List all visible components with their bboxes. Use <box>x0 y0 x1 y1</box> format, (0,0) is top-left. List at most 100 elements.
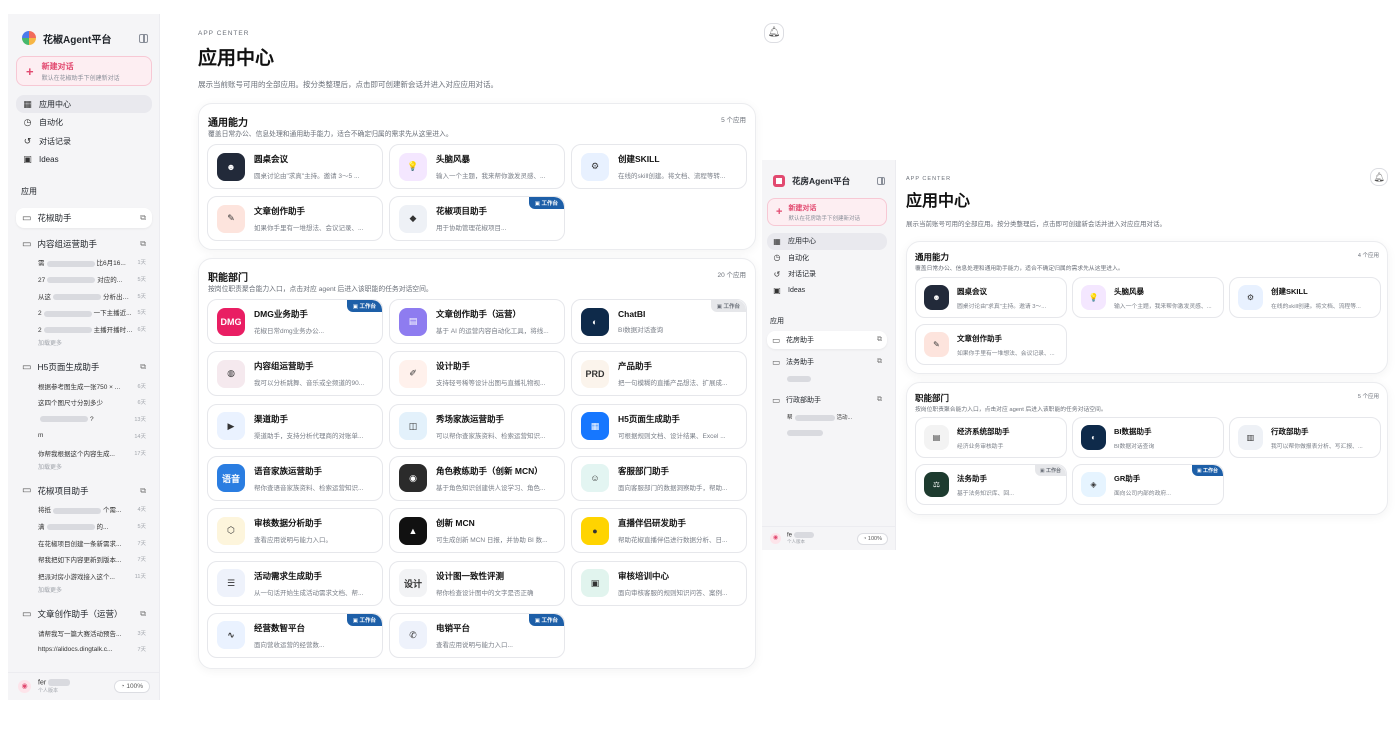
app-card[interactable]: ◈ GR助手 面向公司内部的政府... ▣ 工作台 <box>1072 464 1224 505</box>
app-card[interactable]: ◆ 花椒项目助手 用于协助管理花椒项目... ▣ 工作台 <box>389 196 565 242</box>
app-card[interactable]: 设计 设计图一致性评测 帮你检查设计图中的文字是否正确 <box>389 560 565 606</box>
chat-history-item-redacted[interactable] <box>767 425 887 441</box>
chat-history-item[interactable]: 这四个图尺寸分别多少 6天 <box>16 394 152 411</box>
new-chat-icon[interactable]: ⧉ <box>140 362 146 372</box>
app-card[interactable]: ☻ 圆桌会议 圆桌讨论由"求真"主持。邀请 3～... <box>915 277 1067 318</box>
nav-item-app-center[interactable]: ▦ 应用中心 <box>767 233 887 250</box>
new-chat-icon[interactable]: ⧉ <box>140 239 146 249</box>
workspace-badge[interactable]: ▣ 工作台 <box>1034 465 1066 476</box>
new-chat-button[interactable]: + 新建对话 默认在花椒助手下创建新对话 <box>16 56 152 86</box>
roundtable-icon: ☻ <box>924 285 949 310</box>
app-card[interactable]: ✎ 文章创作助手 如果你手里有一堆想法、会议记录、... <box>207 196 383 242</box>
nav-item-ideas[interactable]: ▣ Ideas <box>16 151 152 169</box>
zoom-indicator[interactable]: ◔ 100% <box>113 680 150 693</box>
load-more-link[interactable]: 加载更多 <box>16 337 152 351</box>
app-card[interactable]: ✐ 设计助手 支持轻号稀等设计出图与直播礼物视... <box>389 351 565 397</box>
chat-history-item[interactable]: ? 13天 <box>16 411 152 428</box>
workspace-badge[interactable]: ▣ 工作台 <box>528 197 564 210</box>
app-card[interactable]: ▤ 经济系统部助手 经济业务审核助手 <box>915 417 1067 458</box>
sidebar-collapse-icon[interactable] <box>139 33 148 43</box>
app-card[interactable]: 💡 头脑风暴 输入一个主题，我来帮你激发灵感、... <box>389 144 565 189</box>
new-chat-button[interactable]: + 新建对话 默认在花房助手下创建新对话 <box>767 198 887 226</box>
sidebar-app-item[interactable]: ▭ 法务助手 ⧉ <box>767 353 887 371</box>
chat-history-item[interactable]: 帮我把如下内容更新到版本... 7天 <box>16 551 152 568</box>
chat-history-item-redacted[interactable] <box>767 371 887 387</box>
app-card[interactable]: ◐ BI数据助手 BI数据对话查询 <box>1072 417 1224 458</box>
app-card[interactable]: ◐ ChatBI BI数据对话查询 ▣ 工作台 <box>571 299 747 344</box>
nav-item-automation[interactable]: ◷ 自动化 <box>767 250 887 267</box>
workspace-badge[interactable]: ▣ 工作台 <box>710 300 746 312</box>
new-chat-icon[interactable]: ⧉ <box>140 609 146 619</box>
nav-item-automation[interactable]: ◷ 自动化 <box>16 114 152 132</box>
app-card[interactable]: ▥ 行政部助手 我可以帮你做报表分析、写汇报、... <box>1229 417 1381 458</box>
chat-history-item[interactable]: 把派对房小游戏接入这个... 11天 <box>16 568 152 585</box>
chat-history-item[interactable]: 2主播开播时长... 6天 <box>16 321 152 338</box>
app-card[interactable]: ☻ 圆桌会议 圆桌讨论由"求真"主持。邀请 3～5 ... <box>207 144 383 189</box>
chat-history-item[interactable]: 请帮我写一篇大赛活动预告... 3天 <box>16 624 152 641</box>
app-card[interactable]: ▲ 创新 MCN 可生成创新 MCN 日报，并协助 BI 数... <box>389 508 565 554</box>
workspace-badge[interactable]: ▣ 工作台 <box>528 613 564 626</box>
load-more-link[interactable]: 加载更多 <box>16 461 152 475</box>
chat-history-item[interactable]: 将抵 个需... 4天 <box>16 501 152 518</box>
new-chat-icon[interactable]: ⧉ <box>877 336 882 344</box>
sidebar-app-item[interactable]: ▭ 花椒项目助手 ⧉ <box>16 481 152 501</box>
app-card[interactable]: ▶ 渠道助手 渠道助手，支持分析代理商的对账单... <box>207 403 383 449</box>
workspace-badge[interactable]: ▣ 工作台 <box>346 613 382 626</box>
app-card[interactable]: ☰ 活动需求生成助手 从一句话开始生成活动需求文档、帮... <box>207 560 383 606</box>
app-name: 行政部助手 <box>786 397 822 404</box>
app-card[interactable]: ⚖ 法务助手 基于法务知识库、回... ▣ 工作台 <box>915 464 1067 505</box>
app-card[interactable]: 语音 语音家族运营助手 帮你查语音家族资料、检索运营知识... <box>207 455 383 501</box>
chat-history-item[interactable]: m 14天 <box>16 428 152 445</box>
new-chat-icon[interactable]: ⧉ <box>877 358 882 366</box>
chat-history-item[interactable]: 在花椒项目创建一条新需求... 7天 <box>16 534 152 551</box>
app-card[interactable]: ● 直播伴侣研发助手 帮助花椒直播伴侣进行数据分析、日... <box>571 508 747 554</box>
app-card[interactable]: ▦ H5页面生成助手 可根据规则文档、设计结果、Excel ... <box>571 403 747 449</box>
avatar[interactable]: ◉ <box>770 533 781 544</box>
app-card[interactable]: ✎ 文章创作助手 如果你手里有一堆想法、会议记录、... <box>915 324 1067 365</box>
new-chat-icon[interactable]: ⧉ <box>140 486 146 496</box>
sidebar-app-item[interactable]: ▭ H5页面生成助手 ⧉ <box>16 357 152 377</box>
chat-history-item[interactable]: 需比6月16... 1天 <box>16 254 152 271</box>
load-more-link[interactable]: 加载更多 <box>16 584 152 598</box>
app-card[interactable]: ◍ 内容组运营助手 我可以分析跳舞、音乐或全频道的90... <box>207 351 383 397</box>
zoom-indicator[interactable]: ◔ 100% <box>857 532 888 545</box>
app-card[interactable]: DMG DMG业务助手 花椒日常dmg业务办公... ▣ 工作台 <box>207 299 383 344</box>
sidebar-app-item[interactable]: ▭ 花房助手 ⧉ <box>767 331 887 349</box>
app-card[interactable]: ⚙ 创建SKILL 在线的skill创建。将文档、流程等转... <box>571 144 747 189</box>
app-card[interactable]: ◫ 秀场家族运营助手 可以帮你查家族资料、检索运营知识... <box>389 403 565 449</box>
chat-history-item[interactable]: 根据参考图生成一张750 × ... 6天 <box>16 377 152 394</box>
app-card[interactable]: ⚙ 创建SKILL 在线的skill创建。将文档、流程等... <box>1229 277 1381 318</box>
chat-history-item[interactable]: 你帮我根据这个内容生成... 17天 <box>16 444 152 461</box>
chat-history-item[interactable]: 帮活动... <box>767 409 887 425</box>
nav-item-history[interactable]: ↺ 对话记录 <box>767 266 887 283</box>
workspace-badge[interactable]: ▣ 工作台 <box>346 300 382 312</box>
new-chat-icon[interactable]: ⧉ <box>140 213 146 223</box>
new-chat-icon[interactable]: ⧉ <box>877 396 882 404</box>
app-card[interactable]: PRD 产品助手 把一句模糊的直播产品想法、扩展成... <box>571 351 747 397</box>
sidebar-app-item[interactable]: ▭ 行政部助手 ⧉ <box>767 391 887 409</box>
app-card[interactable]: ◉ 角色教练助手（创新 MCN） 基于角色知识创建供人设学习、角色... <box>389 455 565 501</box>
app-card[interactable]: ☺ 客服部门助手 面向客服部门的数据洞察助手，帮助... <box>571 455 747 501</box>
nav-item-history[interactable]: ↺ 对话记录 <box>16 132 152 150</box>
sidebar-app-item[interactable]: ▭ 文章创作助手（运营） ⧉ <box>16 604 152 624</box>
app-card[interactable]: ✆ 电销平台 查看应用说明与能力入口... ▣ 工作台 <box>389 612 565 658</box>
chat-history-item[interactable]: 2 一下主播近... 5天 <box>16 304 152 321</box>
chat-history-item[interactable]: 27 对应的... 5天 <box>16 271 152 288</box>
app-card[interactable]: ⬡ 审核数据分析助手 查看应用说明与能力入口。 <box>207 508 383 554</box>
chat-history-item[interactable]: 满的... 5天 <box>16 518 152 535</box>
nav-item-app-center[interactable]: ▦ 应用中心 <box>16 95 152 113</box>
chat-history-item[interactable]: 从这分析出来什... 5天 <box>16 287 152 304</box>
notification-bell-icon[interactable]: 🔔︎ <box>1370 168 1388 186</box>
notification-bell-icon[interactable]: 🔔︎ <box>764 23 784 43</box>
app-card[interactable]: 💡 头脑风暴 输入一个主题，我来帮你激发灵感、... <box>1072 277 1224 318</box>
avatar[interactable]: ◉ <box>18 680 31 693</box>
workspace-badge[interactable]: ▣ 工作台 <box>1191 465 1223 476</box>
sidebar-collapse-icon[interactable] <box>877 177 885 185</box>
app-card[interactable]: ▤ 文章创作助手（运营） 基于 AI 的运营内容自动化工具，将线... <box>389 299 565 344</box>
chat-history-item[interactable]: https://alidocs.dingtalk.c... 7天 <box>16 641 152 658</box>
sidebar-app-item[interactable]: ▭ 内容组运营助手 ⧉ <box>16 234 152 254</box>
app-card[interactable]: ∿ 经营数智平台 面向营收运营的经营数... ▣ 工作台 <box>207 612 383 658</box>
nav-item-ideas[interactable]: ▣ Ideas <box>767 283 887 300</box>
sidebar-app-item[interactable]: ▭ 花椒助手 ⧉ <box>16 208 152 228</box>
app-card[interactable]: ▣ 审核培训中心 面向审核客服的规则知识问答、案例... <box>571 560 747 606</box>
